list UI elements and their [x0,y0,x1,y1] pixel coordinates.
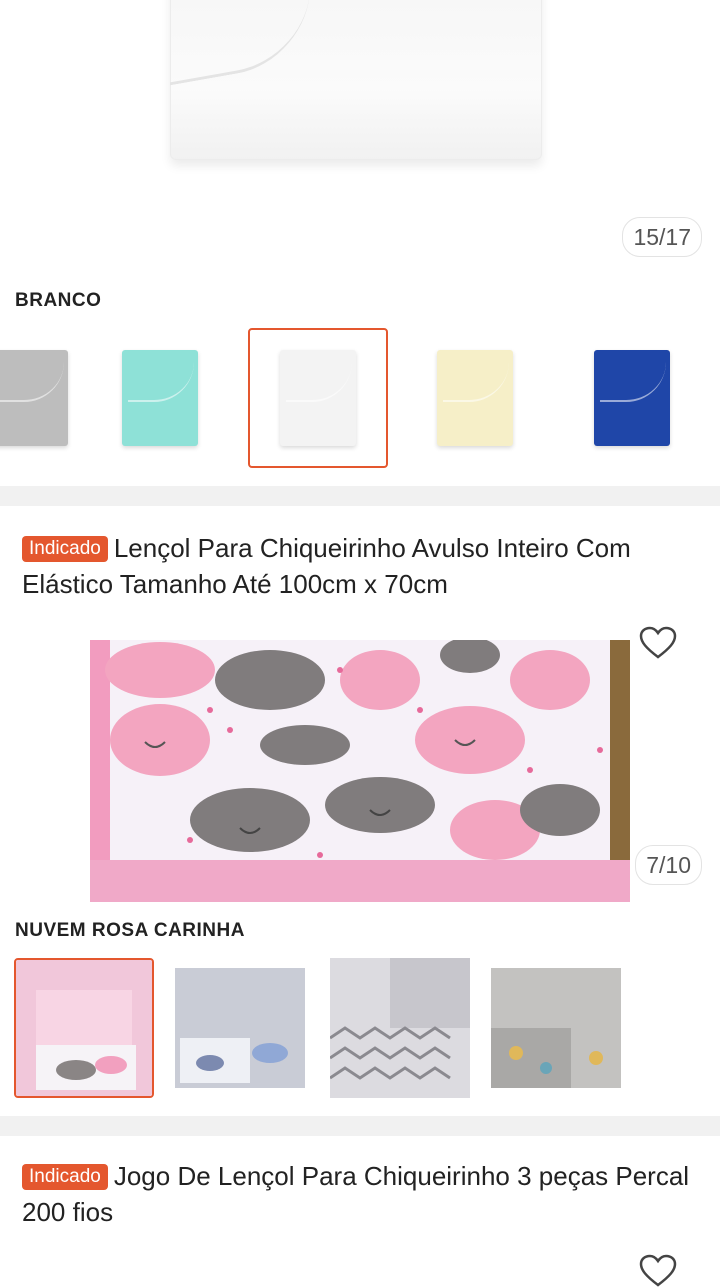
variant-thumb-safari[interactable] [486,958,626,1098]
section-divider [0,1116,720,1136]
product-image-cloud-sheet[interactable] [90,640,630,902]
swatch-verde-agua[interactable] [90,328,230,468]
swatch-creme[interactable] [405,328,545,468]
image-counter: 7/10 [635,845,702,885]
variant-thumb-image [330,958,470,1098]
sheet-elastic-fold [170,0,310,86]
swatch-azul[interactable] [562,328,702,468]
variant-label: NUVEM ROSA CARINHA [15,920,245,941]
variant-thumb-nuvem-azul[interactable] [170,958,310,1098]
heart-outline-icon[interactable] [638,1254,678,1288]
heart-outline-icon[interactable] [638,626,678,660]
swatch-image [122,350,198,446]
swatch-image [437,350,513,446]
swatch-image [0,350,68,446]
variant-thumb-chevron[interactable] [330,958,470,1098]
swatch-cinza[interactable] [0,328,100,468]
product-title-block[interactable]: Indicado Jogo De Lençol Para Chiqueirinho… [22,1158,702,1230]
image-counter: 15/17 [622,217,702,257]
variant-thumb-nuvem-rosa[interactable] [14,958,154,1098]
swatch-branco[interactable] [248,328,388,468]
indicado-badge: Indicado [22,1164,108,1190]
product-title-block[interactable]: Indicado Lençol Para Chiqueirinho Avulso … [22,530,702,602]
product-title: Jogo De Lençol Para Chiqueirinho 3 peças… [22,1161,690,1227]
swatch-image [594,350,670,446]
product-title: Lençol Para Chiqueirinho Avulso Inteiro … [22,533,631,599]
variant-thumb-image [16,960,152,1096]
swatch-image [280,350,356,446]
section-divider [0,486,720,506]
variant-label: BRANCO [15,290,102,311]
variant-thumb-image [170,958,310,1098]
variant-thumb-image [486,958,626,1098]
cloud-pattern-image [90,640,630,902]
indicado-badge: Indicado [22,536,108,562]
product-image-white-sheet[interactable] [170,0,542,160]
